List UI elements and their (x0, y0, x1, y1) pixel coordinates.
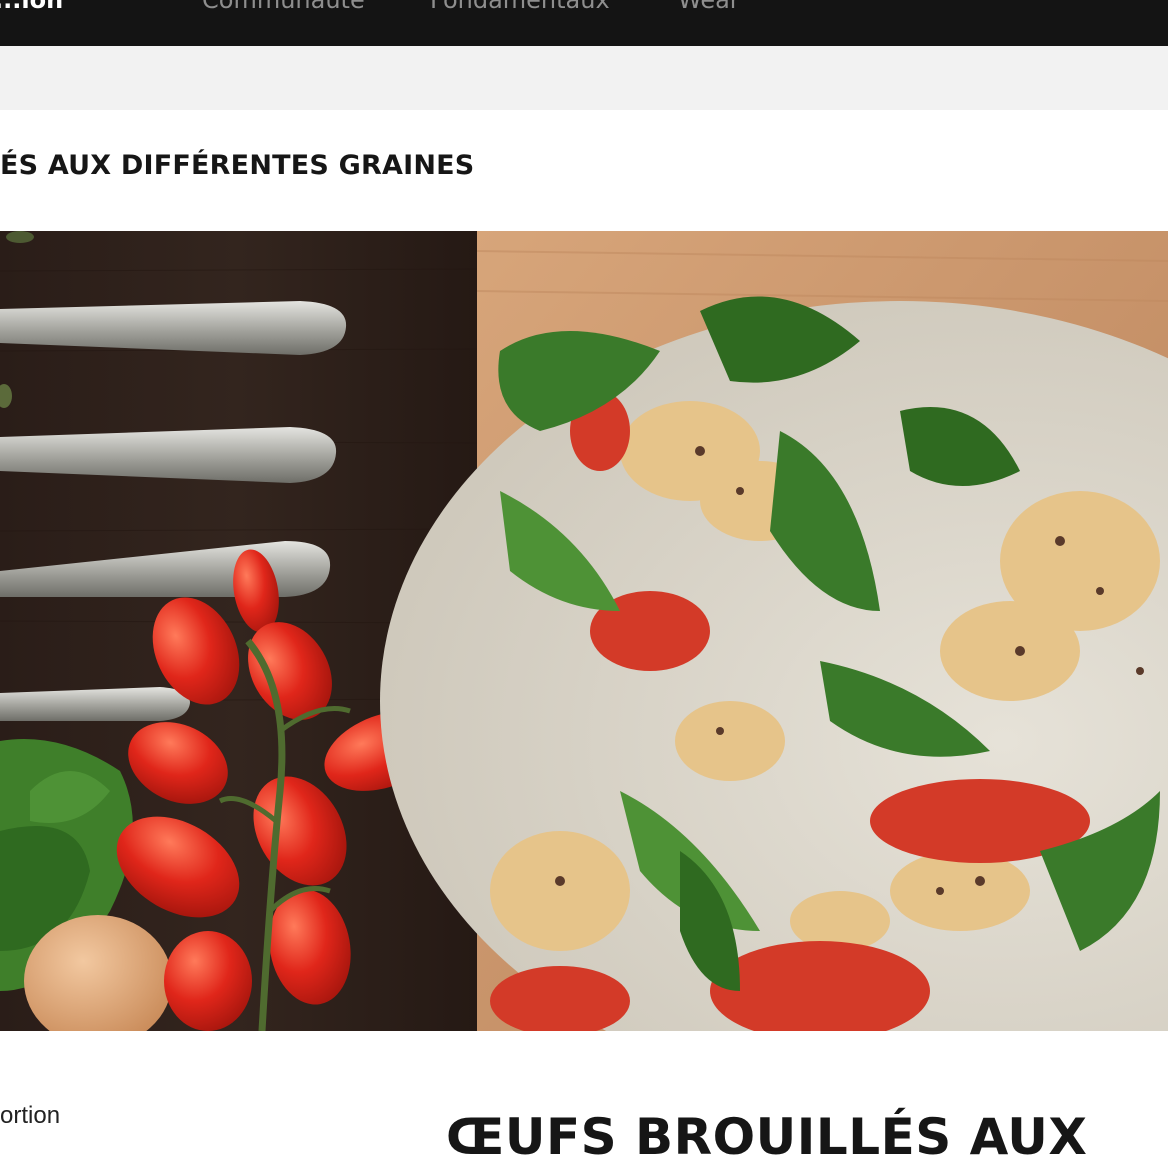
photo-collage (0, 231, 1168, 1031)
nav-item-fondamentaux[interactable]: Fondamentaux (430, 0, 610, 14)
nav-brand[interactable]: ...ion (0, 0, 63, 14)
page-heading: ÉS AUX DIFFÉRENTES GRAINES (0, 150, 475, 181)
secondary-bar (0, 46, 1168, 110)
nav-item-wear[interactable]: Wear (678, 0, 740, 14)
recipe-title: ŒUFS BROUILLÉS AUX (446, 1108, 1088, 1166)
recipe-photos (0, 231, 1168, 1031)
nav-item-communaute[interactable]: Communauté (202, 0, 365, 14)
portion-label: ortion (0, 1102, 61, 1129)
dish-photo (380, 231, 1168, 1031)
top-navigation: ...ion Communauté Fondamentaux Wear (0, 0, 1168, 46)
